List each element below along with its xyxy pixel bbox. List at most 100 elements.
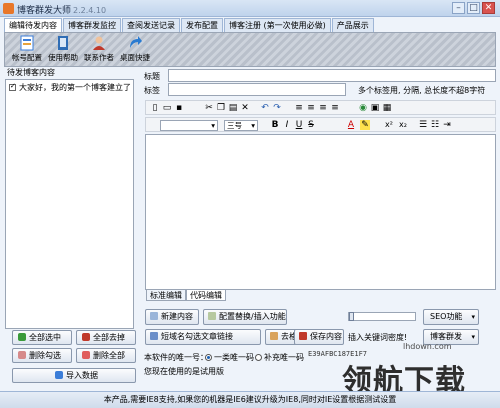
select-all-button[interactable]: 全部选中 [12,330,72,345]
close-button[interactable]: ✕ [482,2,495,14]
font-family-select[interactable]: ▾ [160,120,218,131]
title-bar: 博客群发大师 2.2.4.10 – □ ✕ [0,0,500,17]
underline-icon[interactable]: U [294,120,304,130]
align-right-icon[interactable]: ≡ [318,103,328,113]
font-size-select[interactable]: 三号 ▾ [224,120,258,131]
delete-all-icon [82,351,90,359]
delete-all-button[interactable]: 删除全部 [76,348,136,363]
chevron-down-icon: ▾ [211,121,215,130]
tab-products[interactable]: 产品展示 [331,18,374,32]
editor-toolbar-row2: ▾ 三号 ▾ B I U S A ✎ x² x₂ ☰ ☷ ⇥ [145,117,496,132]
radio-code-type-1[interactable] [205,354,212,361]
desktop-shortcut-icon [130,36,142,48]
code-type-1[interactable]: 一类唯一码 [202,352,254,363]
replace-insert-icon [208,312,216,320]
align-center-icon[interactable]: ≡ [306,103,316,113]
bold-icon[interactable]: B [270,120,280,130]
code-type-2[interactable]: 补充唯一码 [252,352,304,363]
image-icon[interactable]: ▣ [370,103,380,113]
import-icon [55,371,63,379]
list-item[interactable]: 大家好，我的第一个博客建立了 [6,80,133,95]
table-icon[interactable]: ▦ [382,103,392,113]
tags-label: 标签 [144,86,160,95]
content-editor[interactable] [145,134,496,290]
save-content-icon [299,332,307,340]
save-icon[interactable]: ▪ [174,103,184,113]
app-icon [3,3,14,14]
status-bar: 本产品,需要IE8支持,如果您的机器是IE6建议升级为IE8,同时对IE设置根据… [0,391,500,408]
delete-checked-button[interactable]: 删除勾选 [12,348,72,363]
minimize-button[interactable]: – [452,2,465,14]
watermark-site: lhdown.com [403,342,452,351]
remove-format-icon [270,332,278,340]
subscript-icon[interactable]: x₂ [398,120,408,130]
open-folder-icon[interactable]: ▭ [162,103,172,113]
version-label: 2.2.4.10 [73,6,107,15]
short-url-button[interactable]: 短域名勾选文章链接 [145,329,261,345]
chevron-down-icon: ▾ [251,121,255,130]
tab-send-records[interactable]: 查阅发送记录 [122,18,180,32]
short-url-icon [150,332,158,340]
desktop-shortcut-button[interactable]: 桌面快捷 [119,34,151,66]
delete-x-icon[interactable]: ✕ [240,103,250,113]
left-panel: 待发博客内容 大家好，我的第一个博客建立了 全部选中 全部去掉 删除勾选 删除全… [4,67,136,387]
copy-icon[interactable]: ❐ [216,103,226,113]
superscript-icon[interactable]: x² [384,120,394,130]
tab-edit-content[interactable]: 编辑待发内容 [4,18,62,32]
contact-author-button[interactable]: 联系作者 [83,34,115,66]
new-content-icon [150,312,158,320]
keyword-density-slider[interactable] [348,312,416,321]
maximize-button[interactable]: □ [467,2,480,14]
pending-content-header: 待发博客内容 [7,68,55,77]
insert-link-icon[interactable]: ◉ [358,103,368,113]
account-config-button[interactable]: 帐号配置 [11,34,43,66]
align-left-icon[interactable]: ≡ [294,103,304,113]
help-book-icon [58,36,68,50]
main-toolbar: 帐号配置 使用帮助 联系作者 桌面快捷 [4,32,496,67]
seo-button[interactable]: SEO功能 ▾ [423,309,479,325]
eraser-icon [18,351,26,359]
main-tabs: 编辑待发内容 博客群发监控 查阅发送记录 发布配置 博客注册 (第一次使用必做)… [4,18,375,32]
slider-thumb[interactable] [349,312,354,321]
account-config-icon [20,35,34,51]
tab-blog-register[interactable]: 博客注册 (第一次使用必做) [224,18,331,32]
undo-icon[interactable]: ↶ [260,103,270,113]
radio-code-type-2[interactable] [255,354,262,361]
tags-hint: 多个标签用, 分隔, 总长度不超8字符 [358,86,486,95]
strike-icon[interactable]: S [306,120,316,130]
ordered-list-icon[interactable]: ☷ [430,120,440,130]
deselect-all-icon [82,333,90,341]
tab-send-monitor[interactable]: 博客群发监控 [63,18,121,32]
desktop-shortcut-label: 桌面快捷 [120,53,150,62]
import-data-button[interactable]: 导入数据 [12,368,136,383]
justify-icon[interactable]: ≡ [330,103,340,113]
tags-input[interactable] [168,83,346,96]
contact-author-icon [93,36,105,50]
replace-insert-button[interactable]: 配置替换/插入功能 [203,309,287,325]
new-content-button[interactable]: 新建内容 [145,309,199,325]
new-doc-icon[interactable]: ▯ [150,103,160,113]
trial-version-text: 您现在使用的是试用版 [144,367,224,376]
select-all-icon [18,333,26,341]
italic-icon[interactable]: I [282,120,292,130]
redo-icon[interactable]: ↷ [272,103,282,113]
editor-mode-tabs: 标准编辑 代码编辑 [146,290,226,301]
list-icon[interactable]: ☰ [418,120,428,130]
chevron-down-icon: ▾ [471,313,475,321]
tab-publish-config[interactable]: 发布配置 [181,18,223,32]
tab-code-edit[interactable]: 代码编辑 [186,290,226,301]
window-title: 博客群发大师 2.2.4.10 [17,6,107,16]
font-color-icon[interactable]: A [346,120,356,130]
title-label: 标题 [144,72,160,81]
tab-standard-edit[interactable]: 标准编辑 [146,290,186,301]
help-button[interactable]: 使用帮助 [47,34,79,66]
title-input[interactable] [168,69,496,82]
cut-icon[interactable]: ✂ [204,103,214,113]
pending-content-list[interactable]: 大家好，我的第一个博客建立了 [5,79,134,329]
deselect-all-button[interactable]: 全部去掉 [76,330,136,345]
editor-toolbar-row1: ▯ ▭ ▪ ✂ ❐ ▤ ✕ ↶ ↷ ≡ ≡ ≡ ≡ ◉ ▣ ▦ [145,100,496,115]
indent-icon[interactable]: ⇥ [442,120,452,130]
paste-icon[interactable]: ▤ [228,103,238,113]
highlight-icon[interactable]: ✎ [360,120,370,130]
item-checkbox[interactable] [9,82,16,91]
